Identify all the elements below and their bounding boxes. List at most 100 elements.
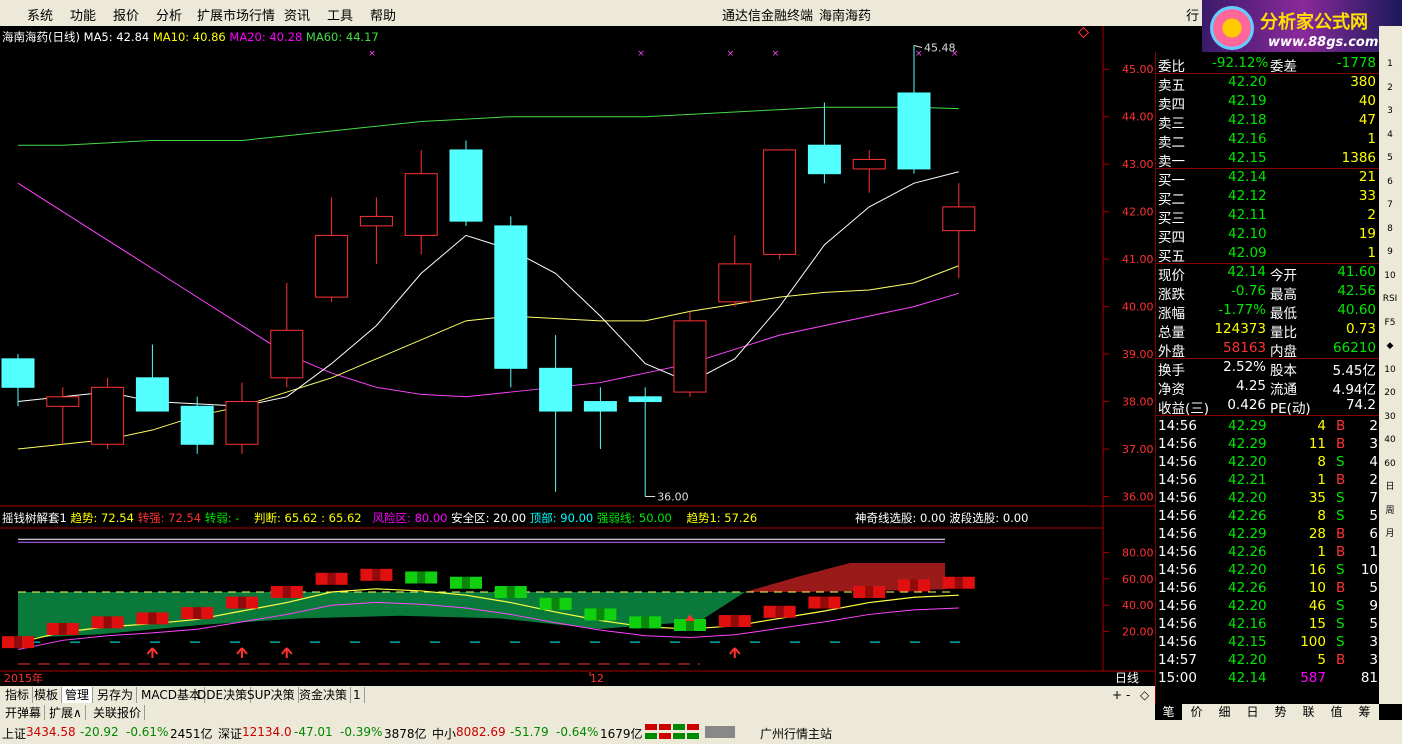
toolbar-icon[interactable]: 60 [1382, 456, 1398, 472]
candle-up[interactable] [718, 263, 752, 303]
indicator-tab[interactable]: 管理 [62, 687, 94, 703]
menu-function[interactable]: 功能 [70, 5, 96, 24]
zoom-button[interactable]: - [1126, 688, 1130, 702]
menu-tools[interactable]: 工具 [327, 5, 353, 24]
tick-bs: S [1336, 634, 1345, 650]
extra-tab[interactable]: 开弹幕 [2, 705, 46, 721]
toolbar-icon[interactable]: 月 [1382, 526, 1398, 542]
indicator-tab[interactable]: 指标 [2, 687, 34, 703]
candle-down[interactable] [539, 367, 573, 412]
stat-label: 总量 [1158, 325, 1185, 341]
candle-up[interactable] [942, 206, 976, 232]
candle-up[interactable] [225, 401, 259, 445]
extra-tabs: 开弹幕 扩展∧ 关联报价 [0, 704, 1155, 721]
window-button[interactable]: 行 [1186, 5, 1199, 24]
toolbar-icon[interactable]: 7 [1382, 197, 1398, 213]
right-tab[interactable]: 联 [1295, 704, 1322, 720]
candle-down[interactable] [807, 144, 841, 175]
indicator-tab[interactable]: 模板 [31, 687, 63, 703]
toolbar-icon[interactable]: 40 [1382, 432, 1398, 448]
candle-down[interactable] [583, 401, 617, 412]
signal-marker-icon: × [951, 49, 959, 59]
right-tabs: 笔价细日势联值筹 [1155, 704, 1379, 720]
candle-down[interactable] [897, 92, 931, 170]
station-label[interactable]: 广州行情主站 [760, 725, 832, 742]
candle-up[interactable] [270, 329, 304, 379]
toolbar-icon[interactable]: 周 [1382, 503, 1398, 519]
toolbar-icon[interactable]: RSI [1382, 291, 1398, 307]
toolbar-icon[interactable]: 日 [1382, 479, 1398, 495]
candle-up[interactable] [315, 234, 349, 298]
candle-up[interactable] [404, 173, 438, 236]
toolbar-icon[interactable]: 1 [1382, 56, 1398, 72]
menu-info[interactable]: 资讯 [284, 5, 310, 24]
menu-extended-market[interactable]: 扩展市场行情 [197, 5, 275, 24]
fund-row: 收益(三) 0.426 PE(动) 74.2 [1156, 396, 1380, 417]
indicator-tab[interactable]: 资金决策 [296, 687, 352, 703]
kline-chart[interactable]: 45.00 44.00 43.00 42.00 41.00 40.00 39.00 38.00… [0, 26, 1155, 686]
toolbar-icon[interactable]: 6 [1382, 174, 1398, 190]
toolbar-icon[interactable]: 5 [1382, 150, 1398, 166]
candle-down[interactable] [180, 405, 214, 445]
signal-marker-icon: × [772, 49, 780, 59]
tick-bs: S [1336, 616, 1345, 632]
candle-down[interactable] [1, 358, 35, 388]
indicator-tab[interactable]: 另存为 [94, 687, 138, 703]
right-tab[interactable]: 势 [1267, 704, 1294, 720]
candle-up[interactable] [852, 158, 886, 170]
candle-up[interactable] [359, 215, 393, 227]
toolbar-icon[interactable]: 3 [1382, 103, 1398, 119]
zoom-button[interactable]: ◇ [1140, 688, 1149, 702]
toolbar-icon[interactable]: 20 [1382, 385, 1398, 401]
candle-up[interactable] [673, 320, 707, 393]
toolbar-icon[interactable]: ◆ [1382, 338, 1398, 354]
toolbar-icon[interactable]: 4 [1382, 127, 1398, 143]
right-tab[interactable]: 笔 [1155, 704, 1182, 720]
buy-row: 买四 42.10 19 [1156, 225, 1380, 246]
candle-down[interactable] [628, 396, 662, 403]
candle-down[interactable] [494, 225, 528, 369]
indicator-tab[interactable]: 1 [350, 687, 365, 703]
price-tick-label: 40.00 [1122, 301, 1154, 314]
right-tab[interactable]: 细 [1211, 704, 1238, 720]
indicator-tab[interactable]: SUP决策 [244, 687, 299, 703]
menu-quote[interactable]: 报价 [113, 5, 139, 24]
tick-volume: 28 [1308, 526, 1326, 542]
right-tab[interactable]: 价 [1183, 704, 1210, 720]
candle-up[interactable] [763, 149, 797, 255]
sell-label: 卖四 [1158, 97, 1185, 113]
extra-tab[interactable]: 扩展∧ [46, 705, 86, 721]
menu-help[interactable]: 帮助 [370, 5, 396, 24]
stat-value: 40.60 [1337, 302, 1376, 318]
sell-row: 卖四 42.19 40 [1156, 92, 1380, 113]
toolbar-icon[interactable]: 8 [1382, 221, 1398, 237]
right-tab[interactable]: 日 [1239, 704, 1266, 720]
chart-area[interactable]: 45.00 44.00 43.00 42.00 41.00 40.00 39.00 38.00… [0, 26, 1155, 686]
zoom-button[interactable]: + [1112, 688, 1122, 702]
candle-down[interactable] [135, 377, 169, 412]
candle-up[interactable] [91, 386, 125, 445]
tick-price: 42.21 [1228, 472, 1267, 488]
toolbar-icon[interactable]: 10 [1382, 362, 1398, 378]
indicator-tab[interactable]: DDE决策 [194, 687, 252, 703]
toolbar-icon[interactable]: 10 [1382, 268, 1398, 284]
chart-zoom-controls: + - ◇ [1112, 688, 1152, 702]
menu-system[interactable]: 系统 [27, 5, 53, 24]
toolbar-icon[interactable]: 2 [1382, 80, 1398, 96]
tick-bs: S [1336, 508, 1345, 524]
right-tab[interactable]: 筹 [1351, 704, 1378, 720]
tick-time: 14:56 [1158, 526, 1197, 542]
candle-down[interactable] [449, 149, 483, 222]
buy-price: 42.10 [1228, 226, 1267, 242]
toolbar-icon[interactable]: 9 [1382, 244, 1398, 260]
menu-analysis[interactable]: 分析 [156, 5, 182, 24]
toolbar-icon[interactable]: 30 [1382, 409, 1398, 425]
indicator-legend: 摇钱树解套1 趋势: 72.54 转强: 72.54 转弱: - 判断: 65.… [2, 510, 757, 526]
candle-up[interactable] [46, 396, 80, 407]
right-tab[interactable]: 值 [1323, 704, 1350, 720]
extra-tab[interactable]: 关联报价 [90, 705, 146, 721]
sell-volume: 40 [1358, 93, 1376, 109]
diamond-icon[interactable] [1077, 26, 1090, 39]
block-shade [103, 616, 112, 629]
toolbar-icon[interactable]: F5 [1382, 315, 1398, 331]
